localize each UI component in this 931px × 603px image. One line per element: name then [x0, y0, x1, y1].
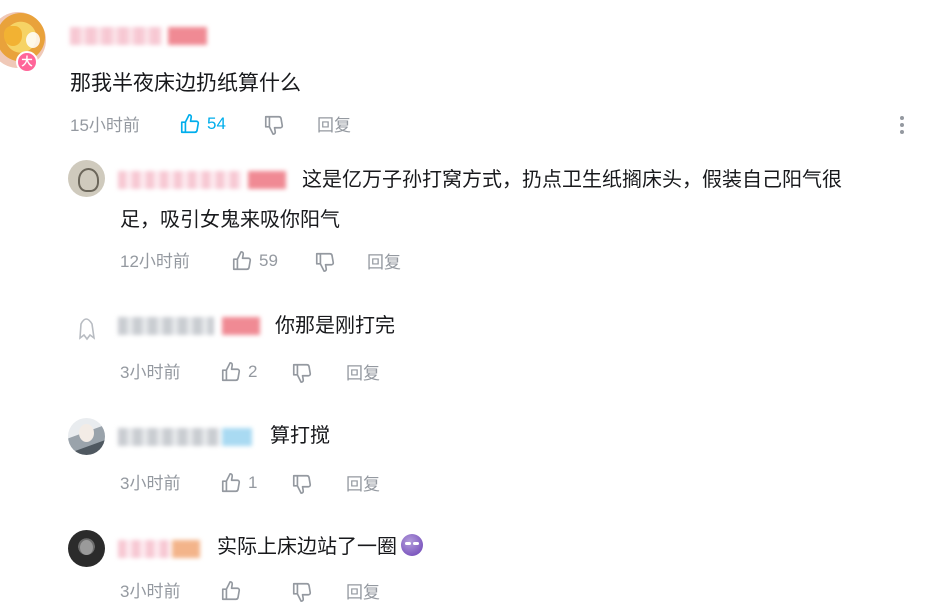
- main-comment-like-button[interactable]: 54: [179, 113, 226, 135]
- reply-1-username[interactable]: [118, 171, 286, 189]
- reply-1-reply-button[interactable]: 回复: [367, 253, 401, 273]
- reply-4-time: 3小时前: [120, 582, 181, 601]
- main-comment-reply-button[interactable]: 回复: [317, 116, 351, 136]
- thumbs-up-icon: [221, 581, 241, 601]
- thumbs-down-icon: [292, 474, 312, 494]
- reply-3-like-button[interactable]: 1: [220, 472, 257, 494]
- reply-1-like-count: 59: [259, 251, 278, 270]
- thumbs-down-icon: [264, 115, 284, 135]
- reply-2-text: 你那是刚打完: [275, 315, 395, 337]
- main-comment-time: 15小时前: [70, 116, 140, 135]
- reply-2-like-button[interactable]: 2: [220, 361, 257, 383]
- main-comment-like-count: 54: [207, 114, 226, 133]
- thumbs-up-icon: [232, 251, 252, 271]
- reply-1-text-line1: 这是亿万子孙打窝方式，扔点卫生纸搁床头，假装自己阳气很: [302, 169, 842, 191]
- reply-4-text-content: 实际上床边站了一圈: [217, 536, 397, 558]
- main-comment-username[interactable]: [70, 27, 207, 45]
- reply-4-dislike-button[interactable]: [291, 581, 313, 603]
- reply-4-avatar[interactable]: [68, 530, 105, 567]
- purple-face-emoji-icon: [401, 534, 423, 556]
- thumbs-up-icon: [180, 114, 200, 134]
- reply-1-like-button[interactable]: 59: [231, 250, 278, 272]
- reply-3-dislike-button[interactable]: [291, 473, 313, 495]
- reply-4-text: 实际上床边站了一圈: [217, 531, 423, 564]
- reply-2-avatar[interactable]: [68, 308, 105, 345]
- thumbs-up-icon: [221, 362, 241, 382]
- reply-4-reply-button[interactable]: 回复: [346, 583, 380, 603]
- reply-1-dislike-button[interactable]: [314, 251, 336, 273]
- main-comment-dislike-button[interactable]: [263, 114, 285, 136]
- thumbs-down-icon: [292, 582, 312, 602]
- reply-3-time: 3小时前: [120, 474, 181, 493]
- reply-3-like-count: 1: [248, 473, 258, 492]
- reply-3-text: 算打搅: [270, 425, 330, 447]
- ghost-avatar-icon: [79, 318, 96, 341]
- reply-2-username[interactable]: [118, 317, 260, 335]
- reply-1-text-line2: 足，吸引女鬼来吸你阳气: [120, 209, 340, 231]
- vip-badge: 大: [16, 51, 38, 73]
- main-comment-text: 那我半夜床边扔纸算什么: [70, 72, 301, 95]
- reply-2-like-count: 2: [248, 362, 258, 381]
- reply-4-username[interactable]: [118, 540, 200, 558]
- thumbs-up-icon: [221, 473, 241, 493]
- reply-2-dislike-button[interactable]: [291, 362, 313, 384]
- reply-1-avatar[interactable]: [68, 160, 105, 197]
- thumbs-down-icon: [315, 252, 335, 272]
- reply-3-username[interactable]: [118, 428, 252, 446]
- reply-3-reply-button[interactable]: 回复: [346, 475, 380, 495]
- reply-2-reply-button[interactable]: 回复: [346, 364, 380, 384]
- more-vertical-icon[interactable]: [897, 114, 907, 138]
- reply-4-like-button[interactable]: [220, 580, 242, 602]
- reply-2-time: 3小时前: [120, 363, 181, 382]
- thumbs-down-icon: [292, 363, 312, 383]
- reply-3-avatar[interactable]: [68, 418, 105, 455]
- reply-1-time: 12小时前: [120, 252, 190, 271]
